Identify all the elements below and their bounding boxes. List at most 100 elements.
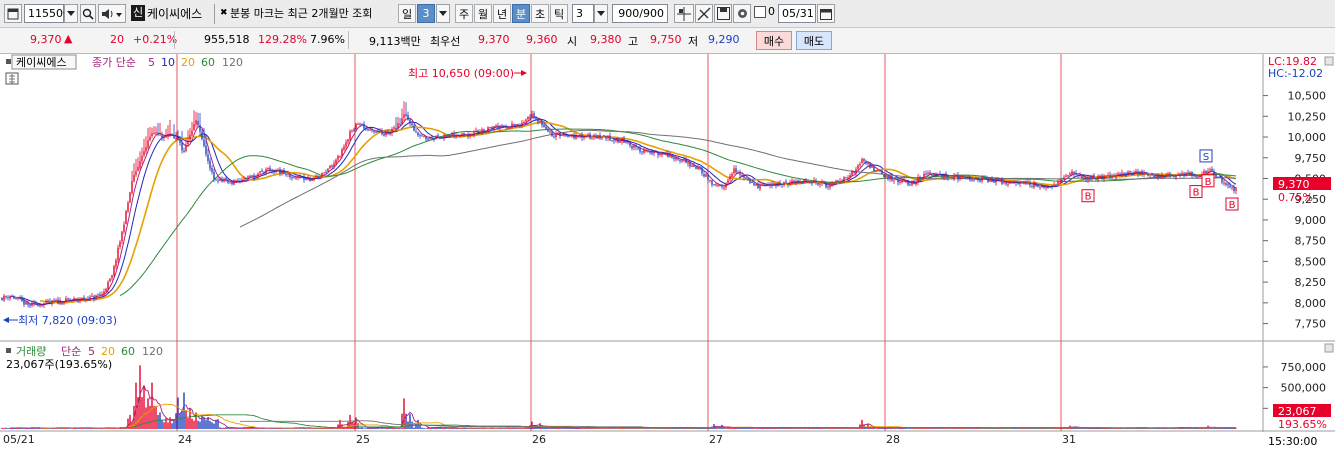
candle-body — [731, 174, 733, 177]
candle-body — [593, 135, 595, 138]
tab-year[interactable]: 년 — [493, 4, 511, 23]
volume-bar — [1063, 428, 1065, 429]
candle-body — [937, 174, 939, 176]
candle-body — [283, 170, 285, 174]
candle-body — [1057, 181, 1059, 185]
save-icon[interactable] — [714, 4, 732, 23]
candle-body — [1169, 173, 1171, 175]
calendar-icon[interactable] — [817, 4, 835, 23]
candle-body — [1127, 171, 1129, 175]
tab-day[interactable]: 일 — [398, 4, 416, 23]
candle-body — [147, 140, 149, 148]
candle-body — [1189, 172, 1191, 174]
candle-body — [373, 131, 375, 133]
option-checkbox[interactable] — [754, 6, 766, 18]
stock-code-input[interactable]: 115500 — [24, 4, 70, 23]
up-arrow-icon: ▲ — [64, 32, 73, 45]
count-input[interactable]: 900/900 — [612, 4, 668, 23]
candle-body — [205, 145, 207, 155]
candle-body — [899, 181, 901, 183]
date-input[interactable]: 05/31 — [778, 4, 816, 23]
volume-bar — [847, 428, 849, 429]
volume-bar — [5, 427, 7, 429]
candle-body — [969, 176, 971, 181]
candle-body — [755, 183, 757, 186]
candle-body — [765, 185, 767, 187]
volume-bar — [161, 420, 163, 429]
candle-body — [889, 176, 891, 180]
search-icon[interactable] — [80, 4, 96, 23]
candle-body — [863, 158, 865, 161]
candle-body — [699, 167, 701, 169]
candle-body — [1001, 179, 1003, 184]
candle-body — [1153, 175, 1155, 177]
candle-body — [1103, 175, 1105, 179]
scroll-up-icon[interactable] — [1324, 343, 1334, 353]
candle-body — [571, 135, 573, 137]
candle-body — [929, 172, 931, 175]
tools-icon[interactable] — [695, 4, 713, 23]
tab-minute[interactable]: 분 — [512, 4, 530, 23]
volume-bar — [181, 410, 183, 429]
divider — [174, 31, 175, 49]
legend-icon — [6, 348, 11, 353]
candle-body — [111, 275, 113, 279]
volume-bar — [179, 413, 181, 429]
legend-label: 종가 단순 — [92, 56, 136, 69]
candle-body — [977, 178, 979, 181]
candle-body — [211, 167, 213, 173]
candle-body — [771, 183, 773, 186]
price-chart[interactable]: SBBBB 10,50010,25010,0009,7509,5009,2509… — [0, 54, 1335, 452]
candle-body — [1, 298, 3, 301]
volume-bar — [157, 415, 159, 429]
candle-body — [877, 170, 879, 172]
candle-body — [1185, 172, 1187, 176]
candle-body — [85, 299, 87, 301]
tab-week[interactable]: 주 — [455, 4, 473, 23]
volume-legend-ma5: 5 — [88, 345, 95, 358]
candle-body — [123, 224, 125, 232]
candle-body — [1215, 174, 1217, 178]
candle-body — [5, 296, 7, 298]
chevron-down-icon[interactable] — [64, 4, 78, 23]
candle-body — [1045, 186, 1047, 188]
tab-second[interactable]: 초 — [531, 4, 549, 23]
buy-button[interactable]: 매수 — [756, 31, 792, 50]
candle-body — [471, 134, 473, 136]
candle-body — [671, 155, 673, 158]
tab-tick[interactable]: 틱 — [550, 4, 568, 23]
chevron-down-icon[interactable] — [436, 4, 450, 23]
volume-bar — [147, 398, 149, 429]
tab-day-count[interactable]: 3 — [417, 4, 435, 23]
window-icon[interactable] — [4, 4, 22, 23]
toolbar: 115500 신 케이씨에스 ✖ 분봉 마크는 최근 2개월만 조회 일 3 주… — [0, 0, 1335, 28]
scroll-up-icon[interactable] — [1324, 56, 1334, 66]
sell-button[interactable]: 매도 — [796, 31, 832, 50]
candle-body — [1069, 173, 1071, 175]
candle-body — [1203, 171, 1205, 175]
crosshair-icon[interactable] — [674, 4, 694, 23]
candle-body — [237, 180, 239, 182]
volume-bar — [225, 427, 227, 429]
candle-body — [1101, 175, 1103, 180]
gear-icon[interactable] — [733, 4, 751, 23]
candle-body — [285, 174, 287, 176]
volume-bar — [561, 428, 563, 429]
candle-body — [803, 179, 805, 183]
candle-body — [1073, 171, 1075, 174]
candle-body — [1027, 182, 1029, 184]
candle-body — [159, 134, 161, 136]
chevron-down-icon[interactable] — [594, 4, 608, 23]
candle-body — [645, 150, 647, 152]
candle-body — [999, 179, 1001, 181]
tab-month[interactable]: 월 — [474, 4, 492, 23]
candle-body — [1095, 178, 1097, 180]
candle-body — [1129, 171, 1131, 173]
interval-input[interactable]: 3 — [572, 4, 594, 23]
chart-area[interactable]: SBBBB 10,50010,25010,0009,7509,5009,2509… — [0, 54, 1335, 452]
candle-body — [1081, 175, 1083, 178]
candle-body — [405, 114, 407, 116]
candle-body — [459, 135, 461, 137]
candle-body — [47, 300, 49, 302]
speaker-icon[interactable] — [98, 4, 126, 23]
